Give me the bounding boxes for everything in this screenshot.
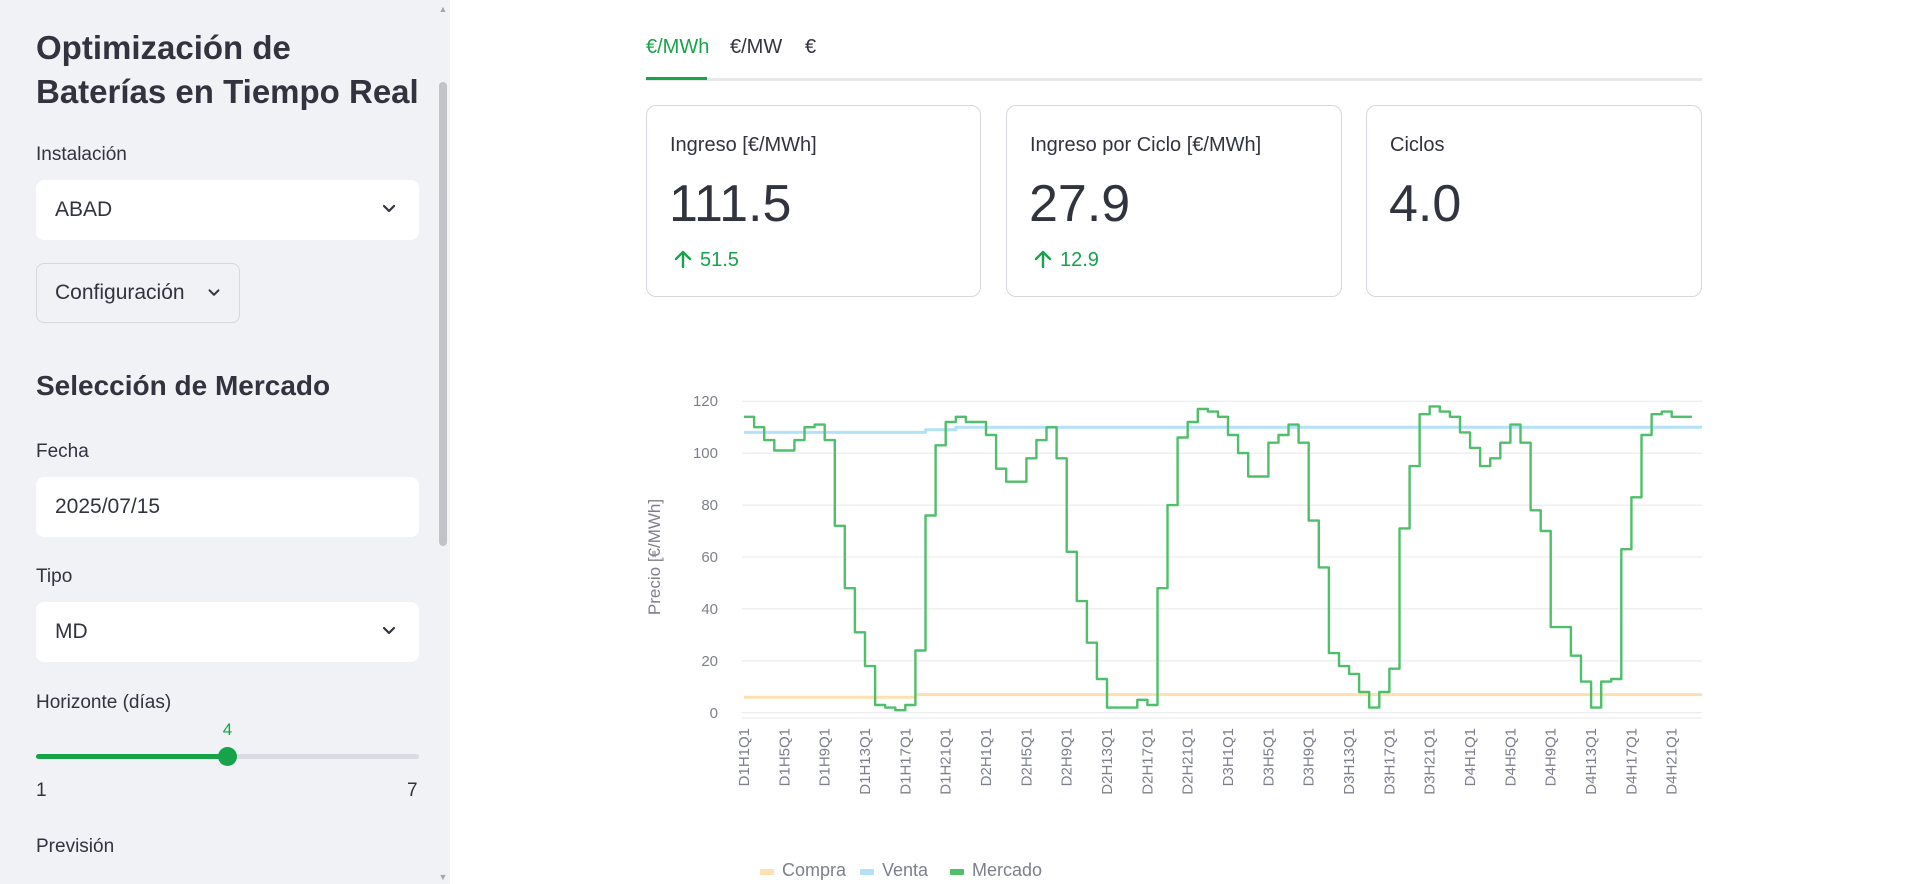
metric-delta-value: 12.9 bbox=[1060, 249, 1099, 271]
x-tick-label: D1H9Q1 bbox=[817, 728, 834, 786]
y-tick-label: 40 bbox=[701, 601, 718, 618]
x-tick-label: D2H17Q1 bbox=[1139, 728, 1156, 795]
metric-delta: 51.5 bbox=[672, 248, 739, 272]
x-tick-label: D4H5Q1 bbox=[1502, 728, 1519, 786]
x-tick-label: D3H9Q1 bbox=[1301, 728, 1318, 786]
horizon-slider-thumb[interactable] bbox=[218, 747, 237, 766]
legend-label: Compra bbox=[782, 860, 847, 880]
x-tick-label: D4H21Q1 bbox=[1664, 728, 1681, 795]
series-line-compra bbox=[744, 693, 1702, 699]
x-tick-label: D3H13Q1 bbox=[1341, 728, 1358, 795]
legend-swatch bbox=[860, 869, 874, 875]
metric-label: Ingreso [€/MWh] bbox=[670, 134, 817, 156]
y-tick-label: 20 bbox=[701, 653, 718, 670]
x-tick-label: D3H1Q1 bbox=[1220, 728, 1237, 786]
config-label: Configuración bbox=[55, 281, 185, 304]
horizon-slider-min: 1 bbox=[36, 780, 47, 801]
legend-label: Mercado bbox=[972, 860, 1042, 880]
horizon-slider-fill bbox=[36, 754, 228, 759]
scroll-up-icon[interactable]: ▲ bbox=[437, 4, 449, 14]
metric-card-ingreso: Ingreso [€/MWh] 111.5 51.5 bbox=[646, 105, 981, 297]
horizon-label: Horizonte (días) bbox=[36, 692, 172, 713]
metric-card-ciclos: Ciclos 4.0 bbox=[1366, 105, 1702, 297]
arrow-up-icon bbox=[674, 250, 692, 269]
x-tick-label: D1H13Q1 bbox=[857, 728, 874, 795]
x-tick-label: D1H5Q1 bbox=[776, 728, 793, 786]
x-tick-label: D1H21Q1 bbox=[938, 728, 955, 795]
tab-eur[interactable]: € bbox=[805, 36, 816, 59]
x-tick-label: D2H13Q1 bbox=[1099, 728, 1116, 795]
x-tick-label: D2H9Q1 bbox=[1059, 728, 1076, 786]
x-tick-label: D3H5Q1 bbox=[1260, 728, 1277, 786]
legend-label: Venta bbox=[882, 860, 929, 880]
x-tick-label: D1H1Q1 bbox=[736, 728, 753, 786]
y-axis-title: Precio [€/MWh] bbox=[645, 499, 664, 615]
y-tick-label: 80 bbox=[701, 497, 718, 514]
date-label: Fecha bbox=[36, 441, 89, 462]
x-tick-label: D4H9Q1 bbox=[1543, 728, 1560, 786]
y-tick-label: 100 bbox=[693, 445, 718, 462]
metric-label: Ingreso por Ciclo [€/MWh] bbox=[1030, 134, 1262, 156]
metric-value: 27.9 bbox=[1029, 175, 1131, 233]
series-line-venta bbox=[744, 425, 1702, 434]
legend-swatch bbox=[760, 869, 774, 875]
tab-eur-mw[interactable]: €/MW bbox=[730, 36, 782, 59]
scroll-down-icon[interactable]: ▼ bbox=[437, 872, 449, 882]
y-tick-label: 60 bbox=[701, 549, 718, 566]
arrow-up-icon bbox=[1034, 250, 1052, 269]
installation-label: Instalación bbox=[36, 144, 127, 165]
app-title: Optimización de Baterías en Tiempo Real bbox=[36, 29, 419, 110]
metric-delta: 12.9 bbox=[1032, 248, 1099, 272]
tab-eur-mwh[interactable]: €/MWh bbox=[646, 36, 709, 59]
type-value: MD bbox=[55, 620, 88, 643]
x-tick-label: D4H13Q1 bbox=[1583, 728, 1600, 795]
market-heading: Selección de Mercado bbox=[36, 370, 331, 401]
unit-tabs: €/MWh €/MW € bbox=[646, 30, 1702, 82]
chevron-down-icon bbox=[208, 289, 220, 296]
sidebar: Optimización de Baterías en Tiempo Real … bbox=[0, 0, 450, 884]
x-tick-label: D3H21Q1 bbox=[1422, 728, 1439, 795]
scrollbar-thumb[interactable] bbox=[439, 82, 447, 546]
x-tick-label: D2H1Q1 bbox=[978, 728, 995, 786]
tab-divider bbox=[646, 78, 1702, 81]
x-tick-label: D2H5Q1 bbox=[1018, 728, 1035, 786]
date-value: 2025/07/15 bbox=[55, 495, 161, 518]
y-tick-label: 0 bbox=[710, 705, 718, 722]
type-select[interactable]: MD bbox=[36, 602, 419, 662]
y-tick-label: 120 bbox=[693, 393, 718, 410]
metric-value: 111.5 bbox=[669, 175, 792, 233]
sidebar-scrollbar[interactable]: ▲ ▼ bbox=[437, 0, 449, 884]
forecast-label: Previsión bbox=[36, 836, 115, 857]
active-tab-indicator bbox=[646, 77, 707, 80]
x-tick-label: D4H1Q1 bbox=[1462, 728, 1479, 786]
installation-value: ABAD bbox=[55, 198, 113, 221]
chevron-down-icon bbox=[382, 626, 396, 635]
x-tick-label: D1H17Q1 bbox=[897, 728, 914, 795]
metric-label: Ciclos bbox=[1390, 134, 1445, 156]
x-tick-label: D3H17Q1 bbox=[1381, 728, 1398, 795]
date-input[interactable]: 2025/07/15 bbox=[36, 477, 419, 537]
series-line-mercado bbox=[744, 405, 1692, 712]
installation-select[interactable]: ABAD bbox=[36, 180, 419, 240]
horizon-slider-max: 7 bbox=[407, 780, 418, 801]
metric-card-ingreso-ciclo: Ingreso por Ciclo [€/MWh] 27.9 12.9 bbox=[1006, 105, 1342, 297]
metric-delta-value: 51.5 bbox=[700, 249, 739, 271]
legend-swatch bbox=[950, 869, 964, 875]
chevron-down-icon bbox=[382, 204, 396, 213]
horizon-slider-value: 4 bbox=[222, 720, 233, 739]
x-tick-label: D2H21Q1 bbox=[1180, 728, 1197, 795]
metric-value: 4.0 bbox=[1389, 175, 1462, 233]
type-label: Tipo bbox=[36, 566, 73, 587]
x-tick-label: D4H17Q1 bbox=[1623, 728, 1640, 795]
config-expander[interactable]: Configuración bbox=[36, 263, 240, 323]
price-chart: 0 20 40 60 80 100 120 Precio [€/MWh] D1H1Q1 D1H5Q… bbox=[645, 393, 1702, 880]
